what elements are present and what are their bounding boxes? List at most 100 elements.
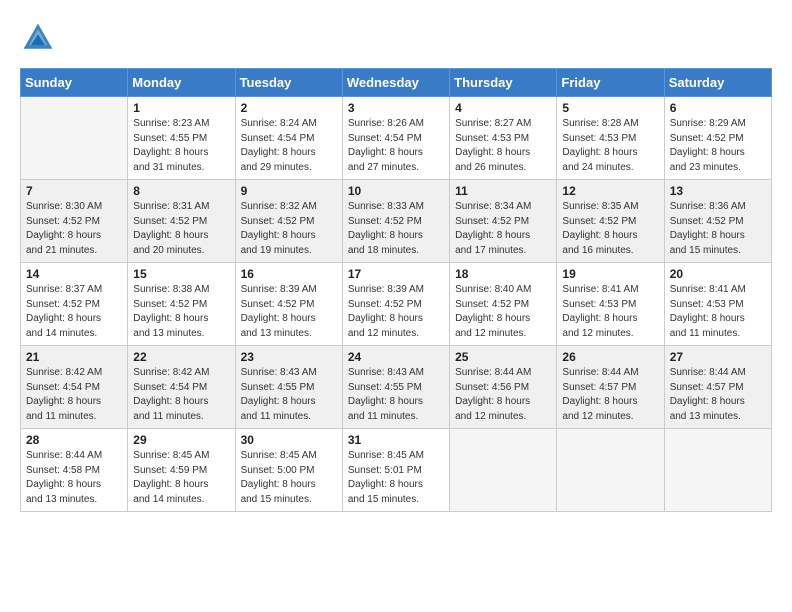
day-number: 24 (348, 350, 444, 364)
week-row-5: 28 Sunrise: 8:44 AMSunset: 4:58 PMDayligh… (21, 429, 772, 512)
calendar-cell: 3Sunrise: 8:26 AMSunset: 4:54 PMDaylight… (342, 97, 449, 180)
day-number: 29 (133, 433, 229, 447)
day-info: Sunrise: 8:44 AMSunset: 4:58 PMDaylight:… (26, 449, 122, 507)
day-info: Sunrise: 8:28 AMSunset: 4:53 PMDaylight:… (562, 117, 658, 175)
calendar-cell: 20 Sunrise: 8:41 AMSunset: 4:53 PMDayligh… (664, 263, 771, 346)
day-number: 18 (455, 267, 551, 281)
day-number: 16 (241, 267, 337, 281)
calendar-cell: 21Sunrise: 8:42 AMSunset: 4:54 PMDayligh… (21, 346, 128, 429)
day-info: Sunrise: 8:29 AMSunset: 4:52 PMDaylight:… (670, 117, 766, 175)
day-number: 1 (133, 101, 229, 115)
day-info: Sunrise: 8:45 AMSunset: 5:01 PMDaylight:… (348, 449, 444, 507)
day-info: Sunrise: 8:45 AMSunset: 4:59 PMDaylight:… (133, 449, 229, 507)
day-number: 17 (348, 267, 444, 281)
day-number: 27 (670, 350, 766, 364)
week-row-2: 7 Sunrise: 8:30 AMSunset: 4:52 PMDaylight… (21, 180, 772, 263)
day-number: 26 (562, 350, 658, 364)
day-info: Sunrise: 8:41 AMSunset: 4:53 PMDaylight:… (562, 283, 658, 341)
calendar-cell: 15Sunrise: 8:38 AMSunset: 4:52 PMDayligh… (128, 263, 235, 346)
header (20, 20, 772, 56)
day-number: 7 (26, 184, 122, 198)
week-row-3: 14 Sunrise: 8:37 AMSunset: 4:52 PMDayligh… (21, 263, 772, 346)
day-info: Sunrise: 8:36 AMSunset: 4:52 PMDaylight:… (670, 200, 766, 258)
calendar-cell: 13 Sunrise: 8:36 AMSunset: 4:52 PMDayligh… (664, 180, 771, 263)
calendar-cell: 25 Sunrise: 8:44 AMSunset: 4:56 PMDayligh… (450, 346, 557, 429)
day-number: 21 (26, 350, 122, 364)
calendar-cell: 9 Sunrise: 8:32 AMSunset: 4:52 PMDaylight… (235, 180, 342, 263)
day-info: Sunrise: 8:30 AMSunset: 4:52 PMDaylight:… (26, 200, 122, 258)
calendar-cell: 24 Sunrise: 8:43 AMSunset: 4:55 PMDayligh… (342, 346, 449, 429)
calendar-cell: 10Sunrise: 8:33 AMSunset: 4:52 PMDayligh… (342, 180, 449, 263)
calendar-cell: 28 Sunrise: 8:44 AMSunset: 4:58 PMDayligh… (21, 429, 128, 512)
day-info: Sunrise: 8:34 AMSunset: 4:52 PMDaylight:… (455, 200, 551, 258)
weekday-header-wednesday: Wednesday (342, 69, 449, 97)
calendar-cell (664, 429, 771, 512)
day-number: 8 (133, 184, 229, 198)
calendar-cell: 8Sunrise: 8:31 AMSunset: 4:52 PMDaylight… (128, 180, 235, 263)
day-number: 5 (562, 101, 658, 115)
calendar-cell: 6 Sunrise: 8:29 AMSunset: 4:52 PMDaylight… (664, 97, 771, 180)
day-number: 31 (348, 433, 444, 447)
day-info: Sunrise: 8:39 AMSunset: 4:52 PMDaylight:… (348, 283, 444, 341)
day-info: Sunrise: 8:38 AMSunset: 4:52 PMDaylight:… (133, 283, 229, 341)
day-info: Sunrise: 8:41 AMSunset: 4:53 PMDaylight:… (670, 283, 766, 341)
day-info: Sunrise: 8:42 AMSunset: 4:54 PMDaylight:… (133, 366, 229, 424)
day-info: Sunrise: 8:26 AMSunset: 4:54 PMDaylight:… (348, 117, 444, 175)
calendar-cell: 7 Sunrise: 8:30 AMSunset: 4:52 PMDaylight… (21, 180, 128, 263)
calendar-cell: 26 Sunrise: 8:44 AMSunset: 4:57 PMDayligh… (557, 346, 664, 429)
day-info: Sunrise: 8:45 AMSunset: 5:00 PMDaylight:… (241, 449, 337, 507)
day-number: 6 (670, 101, 766, 115)
calendar-cell: 16 Sunrise: 8:39 AMSunset: 4:52 PMDayligh… (235, 263, 342, 346)
day-number: 9 (241, 184, 337, 198)
day-number: 14 (26, 267, 122, 281)
weekday-header-thursday: Thursday (450, 69, 557, 97)
calendar-cell: 19 Sunrise: 8:41 AMSunset: 4:53 PMDayligh… (557, 263, 664, 346)
calendar-cell: 31 Sunrise: 8:45 AMSunset: 5:01 PMDayligh… (342, 429, 449, 512)
calendar-cell (450, 429, 557, 512)
day-info: Sunrise: 8:43 AMSunset: 4:55 PMDaylight:… (348, 366, 444, 424)
day-info: Sunrise: 8:44 AMSunset: 4:57 PMDaylight:… (670, 366, 766, 424)
calendar-cell: 14 Sunrise: 8:37 AMSunset: 4:52 PMDayligh… (21, 263, 128, 346)
calendar-table: SundayMondayTuesdayWednesdayThursdayFrid… (20, 68, 772, 512)
day-info: Sunrise: 8:23 AMSunset: 4:55 PMDaylight:… (133, 117, 229, 175)
day-number: 11 (455, 184, 551, 198)
calendar-cell (557, 429, 664, 512)
day-number: 30 (241, 433, 337, 447)
calendar-cell: 1 Sunrise: 8:23 AMSunset: 4:55 PMDaylight… (128, 97, 235, 180)
calendar-cell: 2Sunrise: 8:24 AMSunset: 4:54 PMDaylight… (235, 97, 342, 180)
day-info: Sunrise: 8:44 AMSunset: 4:56 PMDaylight:… (455, 366, 551, 424)
day-info: Sunrise: 8:40 AMSunset: 4:52 PMDaylight:… (455, 283, 551, 341)
day-number: 10 (348, 184, 444, 198)
week-row-4: 21 Sunrise: 8:42 AMSunset: 4:54 PMDayligh… (21, 346, 772, 429)
day-number: 28 (26, 433, 122, 447)
calendar-cell: 11 Sunrise: 8:34 AMSunset: 4:52 PMDayligh… (450, 180, 557, 263)
calendar-cell: 4Sunrise: 8:27 AMSunset: 4:53 PMDaylight… (450, 97, 557, 180)
day-number: 4 (455, 101, 551, 115)
day-info: Sunrise: 8:39 AMSunset: 4:52 PMDaylight:… (241, 283, 337, 341)
week-row-1: 1 Sunrise: 8:23 AMSunset: 4:55 PMDaylight… (21, 97, 772, 180)
day-number: 25 (455, 350, 551, 364)
day-number: 13 (670, 184, 766, 198)
day-number: 12 (562, 184, 658, 198)
day-info: Sunrise: 8:44 AMSunset: 4:57 PMDaylight:… (562, 366, 658, 424)
calendar-cell: 17 Sunrise: 8:39 AMSunset: 4:52 PMDayligh… (342, 263, 449, 346)
weekday-header-row: SundayMondayTuesdayWednesdayThursdayFrid… (21, 69, 772, 97)
day-number: 19 (562, 267, 658, 281)
calendar-cell (21, 97, 128, 180)
day-number: 20 (670, 267, 766, 281)
day-info: Sunrise: 8:37 AMSunset: 4:52 PMDaylight:… (26, 283, 122, 341)
calendar-cell: 5 Sunrise: 8:28 AMSunset: 4:53 PMDaylight… (557, 97, 664, 180)
weekday-header-saturday: Saturday (664, 69, 771, 97)
calendar-cell: 18 Sunrise: 8:40 AMSunset: 4:52 PMDayligh… (450, 263, 557, 346)
calendar-cell: 30 Sunrise: 8:45 AMSunset: 5:00 PMDayligh… (235, 429, 342, 512)
calendar-cell: 27 Sunrise: 8:44 AMSunset: 4:57 PMDayligh… (664, 346, 771, 429)
day-info: Sunrise: 8:35 AMSunset: 4:52 PMDaylight:… (562, 200, 658, 258)
calendar-cell: 29 Sunrise: 8:45 AMSunset: 4:59 PMDayligh… (128, 429, 235, 512)
calendar-cell: 22Sunrise: 8:42 AMSunset: 4:54 PMDayligh… (128, 346, 235, 429)
weekday-header-sunday: Sunday (21, 69, 128, 97)
day-info: Sunrise: 8:32 AMSunset: 4:52 PMDaylight:… (241, 200, 337, 258)
day-number: 2 (241, 101, 337, 115)
weekday-header-tuesday: Tuesday (235, 69, 342, 97)
calendar-page: SundayMondayTuesdayWednesdayThursdayFrid… (0, 0, 792, 612)
weekday-header-monday: Monday (128, 69, 235, 97)
